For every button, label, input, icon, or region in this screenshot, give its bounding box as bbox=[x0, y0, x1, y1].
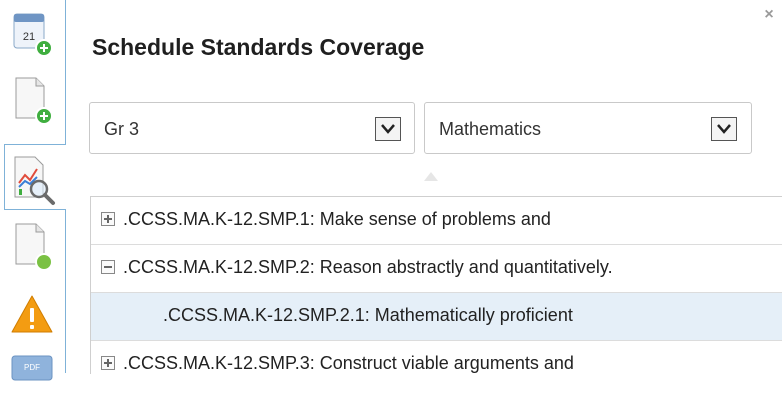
tree-row-label: .CCSS.MA.K-12.SMP.2.1: Mathematically pr… bbox=[163, 305, 573, 325]
add-document-button[interactable] bbox=[0, 68, 66, 130]
collapse-icon[interactable] bbox=[101, 260, 115, 274]
tree-row-selected[interactable]: .CCSS.MA.K-12.SMP.2.1: Mathematically pr… bbox=[91, 293, 782, 341]
document-status-button[interactable] bbox=[0, 214, 66, 276]
grade-select[interactable]: Gr 3 bbox=[89, 102, 415, 154]
tree-row-label: .CCSS.MA.K-12.SMP.2: Reason abstractly a… bbox=[123, 257, 613, 277]
chevron-down-icon[interactable] bbox=[711, 117, 737, 141]
pdf-export-button[interactable]: PDF bbox=[0, 346, 66, 408]
chart-search-icon bbox=[14, 156, 55, 205]
subject-select-value: Mathematics bbox=[439, 119, 542, 139]
expand-icon[interactable] bbox=[101, 212, 115, 226]
subject-select[interactable]: Mathematics bbox=[424, 102, 752, 154]
warning-icon bbox=[11, 295, 53, 333]
sort-up-icon bbox=[424, 172, 438, 181]
page-title: Schedule Standards Coverage bbox=[92, 34, 425, 60]
add-schedule-button[interactable]: 21 bbox=[0, 0, 66, 62]
svg-text:21: 21 bbox=[23, 31, 35, 43]
grade-select-value: Gr 3 bbox=[104, 119, 140, 139]
document-add-icon bbox=[15, 77, 53, 125]
standards-coverage-button[interactable] bbox=[4, 144, 66, 210]
chevron-down-icon[interactable] bbox=[375, 117, 401, 141]
warnings-button[interactable] bbox=[0, 284, 66, 346]
document-status-icon bbox=[15, 223, 53, 271]
tree-row[interactable]: .CCSS.MA.K-12.SMP.3: Construct viable ar… bbox=[91, 341, 782, 374]
tree-row[interactable]: .CCSS.MA.K-12.SMP.1: Make sense of probl… bbox=[91, 197, 782, 245]
close-icon[interactable]: × bbox=[762, 7, 776, 23]
tool-rail: 21 PDF bbox=[0, 0, 66, 381]
tree-row-label: .CCSS.MA.K-12.SMP.3: Construct viable ar… bbox=[123, 353, 574, 373]
tree-row-label: .CCSS.MA.K-12.SMP.1: Make sense of probl… bbox=[123, 209, 551, 229]
svg-text:PDF: PDF bbox=[24, 363, 40, 372]
standards-tree: .CCSS.MA.K-12.SMP.1: Make sense of probl… bbox=[90, 196, 782, 374]
calendar-add-icon: 21 bbox=[13, 13, 53, 57]
expand-icon[interactable] bbox=[101, 356, 115, 370]
pdf-export-icon: PDF bbox=[11, 355, 53, 381]
tree-row[interactable]: .CCSS.MA.K-12.SMP.2: Reason abstractly a… bbox=[91, 245, 782, 293]
